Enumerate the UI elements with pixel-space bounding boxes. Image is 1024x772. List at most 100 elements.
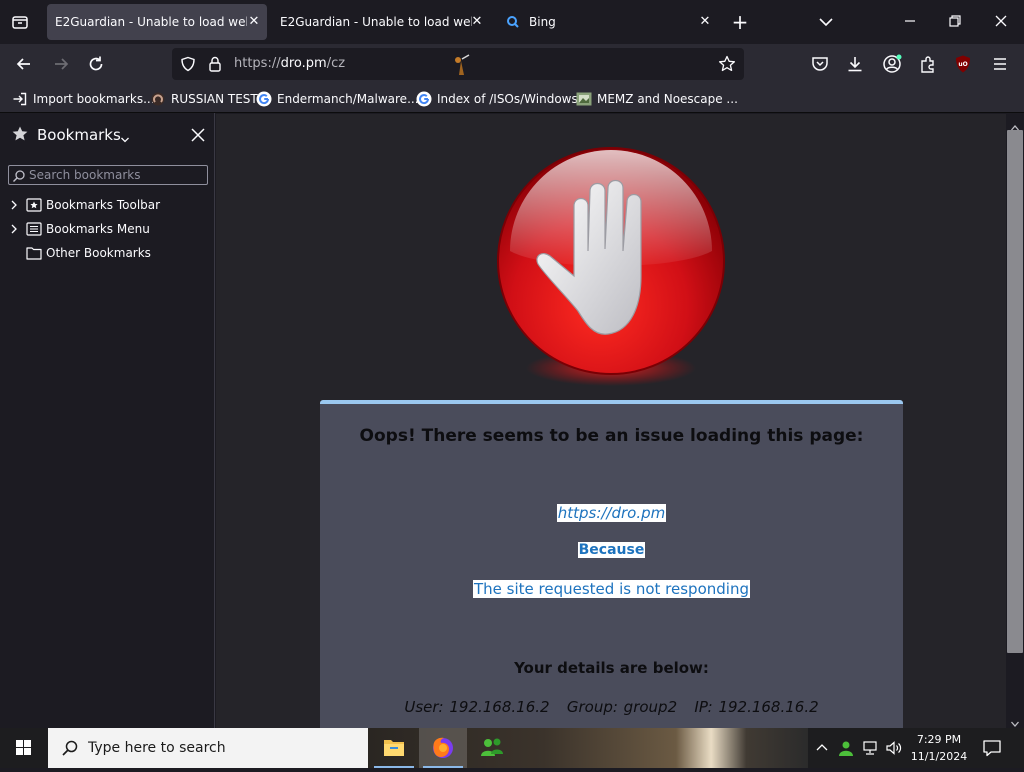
tree-item-label: Bookmarks Menu	[46, 222, 150, 236]
because-line: Because	[320, 542, 903, 558]
notifications-icon[interactable]	[982, 738, 1002, 758]
tab-strip: E2Guardian - Unable to load website ✕ E2…	[0, 0, 1024, 44]
volume-icon[interactable]	[885, 739, 903, 757]
bookmark-import[interactable]: Import bookmarks...	[12, 90, 155, 108]
minimize-icon[interactable]	[901, 12, 919, 30]
bookmark-label: Endermanch/Malware...	[277, 92, 419, 106]
reason-line: The site requested is not responding	[320, 580, 903, 598]
tree-item-bookmarks-menu[interactable]: Bookmarks Menu	[0, 218, 214, 240]
bookmark-label: Index of /ISOs/Windows	[437, 92, 578, 106]
windows-start-icon[interactable]	[0, 728, 48, 768]
tree-item-bookmarks-toolbar[interactable]: Bookmarks Toolbar	[0, 194, 214, 216]
url-host: dro.pm	[280, 56, 327, 71]
stop-hand-icon	[496, 146, 726, 396]
site-favicon-icon	[150, 91, 166, 107]
google-icon	[256, 91, 272, 107]
because-label: Because	[577, 542, 646, 558]
tree-item-other-bookmarks[interactable]: Other Bookmarks	[0, 242, 214, 264]
tracking-protection-shield-icon[interactable]	[180, 56, 196, 72]
import-icon	[12, 91, 28, 107]
error-heading: Oops! There seems to be an issue loading…	[359, 426, 864, 446]
search-icon	[61, 739, 79, 757]
page-favicon-icon	[450, 53, 472, 77]
tab-title: E2Guardian - Unable to load website	[280, 15, 472, 29]
reload-icon[interactable]	[86, 54, 106, 74]
tab-e2guardian-1[interactable]: E2Guardian - Unable to load website ✕	[47, 4, 267, 40]
tree-item-label: Other Bookmarks	[46, 246, 151, 260]
page-content: Oops! There seems to be an issue loading…	[216, 114, 1006, 728]
url-text[interactable]: https://dro.pm/cz	[234, 56, 345, 71]
restore-icon[interactable]	[946, 12, 964, 30]
new-tab-icon[interactable]: +	[731, 12, 749, 32]
url-bar[interactable]: https://dro.pm/cz	[172, 48, 744, 80]
sidebar-title[interactable]: Bookmarks	[37, 126, 121, 144]
file-explorer-icon[interactable]	[370, 728, 418, 768]
bookmark-label: Import bookmarks...	[33, 92, 155, 106]
url-prefix: https://	[234, 56, 281, 71]
page-scrollbar[interactable]	[1006, 114, 1024, 728]
svg-text:uO: uO	[958, 61, 967, 68]
star-icon	[11, 125, 29, 143]
windows-taskbar: 7:29 PM 11/1/2024	[0, 728, 1024, 768]
chevron-down-icon[interactable]	[120, 130, 130, 143]
bookmark-index-isos[interactable]: Index of /ISOs/Windows	[416, 90, 578, 108]
close-icon[interactable]: ✕	[698, 15, 712, 29]
lock-icon[interactable]	[207, 55, 223, 73]
clock-time: 7:29 PM	[916, 733, 962, 746]
close-sidebar-icon[interactable]	[190, 127, 206, 143]
taskbar-search-box[interactable]	[48, 728, 368, 768]
sidebar-header: Bookmarks	[0, 113, 215, 155]
network-icon[interactable]	[862, 739, 880, 757]
bookmarks-toolbar: Import bookmarks... RUSSIAN TEST Enderma…	[0, 84, 1024, 113]
tab-title: Bing	[529, 15, 556, 29]
bing-icon	[506, 15, 520, 29]
url-path: /cz	[326, 56, 346, 71]
clock-date: 11/1/2024	[910, 750, 968, 763]
block-reason: The site requested is not responding	[473, 580, 750, 598]
scroll-up-icon[interactable]	[1010, 118, 1020, 131]
navigation-toolbar: https://dro.pm/cz uO	[0, 44, 1024, 84]
taskbar-clock[interactable]: 7:29 PM 11/1/2024	[905, 731, 973, 765]
bookmark-russian-test[interactable]: RUSSIAN TEST	[150, 90, 258, 108]
close-icon[interactable]: ✕	[470, 15, 484, 29]
search-input[interactable]	[29, 167, 204, 183]
tree-item-label: Bookmarks Toolbar	[46, 198, 161, 212]
pocket-icon[interactable]	[810, 54, 830, 74]
bookmarks-search-field[interactable]	[8, 165, 208, 185]
back-arrow-icon[interactable]	[14, 54, 34, 74]
star-folder-icon	[26, 197, 42, 213]
downloads-icon[interactable]	[845, 54, 865, 74]
tab-bing[interactable]: Bing ✕	[498, 4, 718, 40]
scroll-down-icon[interactable]	[1010, 714, 1020, 727]
menu-folder-icon	[26, 221, 42, 237]
forward-arrow-icon[interactable]	[51, 54, 71, 74]
blocked-url: https://dro.pm	[556, 504, 667, 522]
account-icon[interactable]	[882, 54, 902, 74]
list-all-tabs-icon[interactable]	[10, 12, 30, 32]
chevron-right-icon[interactable]	[9, 199, 19, 211]
taskbar-search-input[interactable]	[88, 738, 358, 758]
image-favicon-icon	[576, 91, 592, 107]
scrollbar-thumb[interactable]	[1007, 130, 1023, 653]
error-card: Oops! There seems to be an issue loading…	[320, 400, 903, 728]
chevron-right-icon[interactable]	[9, 223, 19, 235]
bookmark-endermanch[interactable]: Endermanch/Malware...	[256, 90, 419, 108]
chevron-down-icon[interactable]	[818, 14, 834, 30]
hamburger-menu-icon[interactable]	[990, 54, 1010, 74]
folder-icon	[26, 245, 42, 261]
user-status-icon[interactable]	[837, 739, 855, 757]
tab-e2guardian-2[interactable]: E2Guardian - Unable to load website ✕	[272, 4, 490, 40]
close-icon[interactable]: ✕	[247, 15, 261, 29]
search-icon	[12, 168, 26, 182]
firefox-icon[interactable]	[419, 728, 467, 768]
ublock-origin-icon[interactable]: uO	[953, 54, 973, 74]
extensions-icon[interactable]	[918, 54, 938, 74]
google-icon	[416, 91, 432, 107]
messenger-icon[interactable]	[468, 728, 516, 768]
bookmark-memz[interactable]: MEMZ and Noescape ...	[576, 90, 738, 108]
close-window-icon[interactable]	[992, 12, 1010, 30]
tab-title: E2Guardian - Unable to load website	[55, 15, 247, 29]
bookmark-star-icon[interactable]	[718, 55, 736, 73]
chevron-up-icon[interactable]	[815, 740, 829, 754]
bookmark-label: MEMZ and Noescape ...	[597, 92, 738, 106]
